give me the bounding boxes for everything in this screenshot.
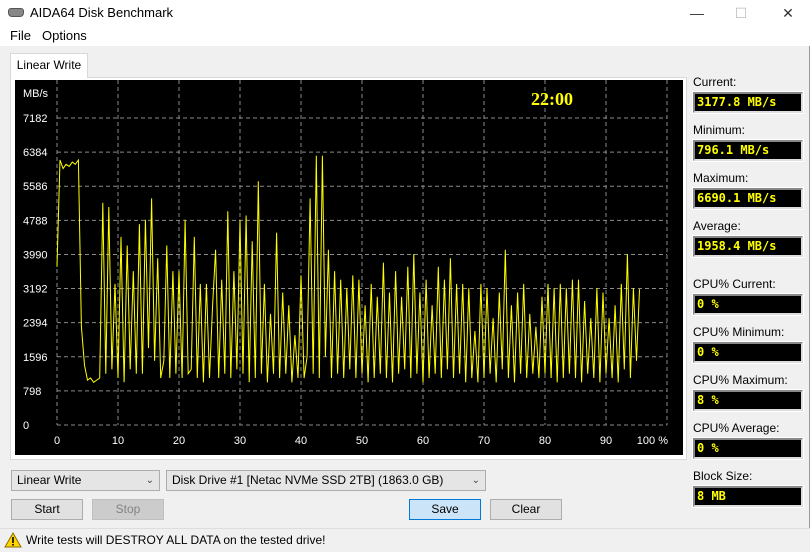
warning-icon <box>4 532 22 548</box>
elapsed-timer: 22:00 <box>531 89 573 109</box>
minimum-value: 796.1 MB/s <box>692 139 804 162</box>
test-type-value: Linear Write <box>17 473 82 487</box>
x-tick-label: 10 <box>112 435 124 447</box>
cpu-current-value: 0 % <box>692 293 804 316</box>
y-tick-label: 4788 <box>23 215 47 227</box>
drive-select[interactable]: Disk Drive #1 [Netac NVMe SSD 2TB] (1863… <box>166 470 486 491</box>
block-size-label: Block Size: <box>693 469 753 483</box>
stop-button[interactable]: Stop <box>92 499 164 520</box>
y-tick-label: 5586 <box>23 181 47 193</box>
x-tick-label: 90 <box>600 435 612 447</box>
start-button[interactable]: Start <box>11 499 83 520</box>
y-tick-label: 1596 <box>23 352 47 364</box>
cpu-average-value: 0 % <box>692 437 804 460</box>
y-tick-label: 3990 <box>23 249 47 261</box>
y-tick-label: 798 <box>23 386 41 398</box>
menu-file[interactable]: File <box>10 28 31 43</box>
status-bar: Write tests will DESTROY ALL DATA on the… <box>0 528 810 552</box>
cpu-minimum-value: 0 % <box>692 341 804 364</box>
maximum-value: 6690.1 MB/s <box>692 187 804 210</box>
y-tick-label: 2394 <box>23 318 47 330</box>
y-axis-label: MB/s <box>23 88 49 100</box>
average-label: Average: <box>693 219 741 233</box>
x-tick-label: 40 <box>295 435 307 447</box>
maximize-button[interactable]: ☐ <box>718 0 764 26</box>
x-tick-label: 60 <box>417 435 429 447</box>
title-bar: AIDA64 Disk Benchmark — ☐ ✕ <box>0 0 812 26</box>
tab-linear-write[interactable]: Linear Write <box>10 53 88 78</box>
test-type-select[interactable]: Linear Write ⌄ <box>11 470 160 491</box>
menu-bar: File Options <box>0 26 812 46</box>
x-tick-label: 70 <box>478 435 490 447</box>
y-tick-label: 3192 <box>23 284 47 296</box>
save-button[interactable]: Save <box>409 499 481 520</box>
write-speed-line <box>56 155 640 383</box>
window-title: AIDA64 Disk Benchmark <box>30 5 174 20</box>
status-text: Write tests will DESTROY ALL DATA on the… <box>26 533 326 547</box>
x-tick-label: 50 <box>356 435 368 447</box>
y-tick-label: 6384 <box>23 147 47 159</box>
cpu-average-label: CPU% Average: <box>693 421 780 435</box>
disk-app-icon <box>8 8 24 17</box>
average-value: 1958.4 MB/s <box>692 235 804 258</box>
x-tick-label: 100 % <box>637 435 668 447</box>
cpu-maximum-value: 8 % <box>692 389 804 412</box>
cpu-maximum-label: CPU% Maximum: <box>693 373 788 387</box>
minimum-label: Minimum: <box>693 123 746 137</box>
y-tick-label: 7182 <box>23 113 47 125</box>
current-label: Current: <box>693 75 737 89</box>
x-tick-label: 20 <box>173 435 185 447</box>
current-value: 3177.8 MB/s <box>692 91 804 114</box>
maximum-label: Maximum: <box>693 171 749 185</box>
menu-options[interactable]: Options <box>42 28 87 43</box>
cpu-minimum-label: CPU% Minimum: <box>693 325 785 339</box>
drive-value: Disk Drive #1 [Netac NVMe SSD 2TB] (1863… <box>172 473 444 487</box>
benchmark-chart: 0 798 1596 2394 3192 3990 4788 5586 6384 7182 0 10 2… <box>15 80 683 455</box>
x-tick-label: 80 <box>539 435 551 447</box>
block-size-value: 8 MB <box>692 485 804 508</box>
minimize-button[interactable]: — <box>674 0 720 26</box>
close-button[interactable]: ✕ <box>765 0 811 26</box>
clear-button[interactable]: Clear <box>490 499 562 520</box>
cpu-current-label: CPU% Current: <box>693 277 776 291</box>
y-tick-label: 0 <box>23 420 29 432</box>
chevron-down-icon: ⌄ <box>471 475 480 486</box>
x-tick-label: 30 <box>234 435 246 447</box>
x-tick-label: 0 <box>54 435 60 447</box>
chevron-down-icon: ⌄ <box>145 475 154 486</box>
